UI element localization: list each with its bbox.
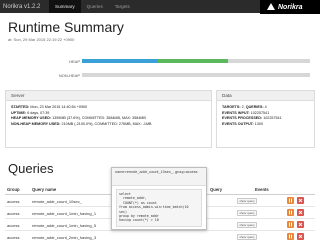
row-query-name: remote_addr_count_1min_having_5 [32, 223, 97, 228]
close-icon [298, 222, 303, 227]
norikra-logo: Norikra [260, 0, 320, 14]
close-icon [298, 210, 303, 215]
app-brand[interactable]: Norikra v1.2.2 [3, 4, 49, 10]
tooltip-query-code: select remote_addr, COUNT(*) as count fr… [116, 189, 202, 227]
suspend-query-button[interactable] [287, 233, 294, 240]
table-row: access remote_addr_count_2min_having_3 s… [5, 231, 315, 240]
row-group: access [7, 211, 20, 216]
close-icon [298, 198, 303, 203]
close-icon [298, 234, 303, 239]
show-query-button[interactable]: show query [237, 210, 257, 216]
row-query-name: remote_addr_count_1min_having_1 [32, 211, 97, 216]
train-logo-icon [267, 3, 275, 10]
column-query-name[interactable]: Query name [32, 187, 56, 192]
delete-query-button[interactable] [297, 209, 304, 216]
delete-query-button[interactable] [297, 221, 304, 228]
suspend-query-button[interactable] [287, 221, 294, 228]
suspend-query-button[interactable] [287, 197, 294, 204]
server-panel: Server STARTED: Mon, 23 Mar 2015 14:40:5… [5, 90, 212, 148]
show-query-button[interactable]: show query [237, 198, 257, 204]
delete-query-button[interactable] [297, 233, 304, 240]
page-title: Runtime Summary [8, 19, 124, 35]
tab-targets[interactable]: Targets [109, 0, 136, 13]
row-group: access [7, 199, 20, 204]
queries-heading: Queries [8, 161, 54, 176]
show-query-button[interactable]: show query [237, 234, 257, 240]
page-subtitle: at: Sun, 29 Mar 2015 22:19:22 +0900 [8, 37, 75, 42]
server-panel-title: Server [6, 91, 211, 101]
column-events[interactable]: Events [255, 187, 269, 192]
pause-icon [289, 210, 292, 215]
row-query-name: remote_addr_count_2min_having_3 [32, 235, 97, 240]
nonheap-label: NON-HEAP [58, 73, 80, 78]
server-nonheap-memory: NON-HEAP MEMORY USED: 210MB (-2100.0%), … [11, 121, 152, 126]
heap-bar-fill [82, 59, 228, 63]
row-query-name: remote_addr_count_10sec_ [32, 199, 82, 204]
nonheap-bar [82, 73, 310, 77]
tab-summary[interactable]: Summary [49, 0, 81, 13]
column-group[interactable]: Group [7, 187, 20, 192]
data-events-output: EVENTS OUTPUT: 1300 [222, 121, 264, 126]
heap-label: HEAP [69, 59, 80, 64]
tab-queries[interactable]: Queries [81, 0, 109, 13]
row-group: access [7, 223, 20, 228]
pause-icon [289, 234, 292, 239]
pause-icon [289, 222, 292, 227]
pause-icon [289, 198, 292, 203]
delete-query-button[interactable] [297, 197, 304, 204]
column-query[interactable]: Query [210, 187, 222, 192]
data-panel-title: Data [217, 91, 314, 101]
heap-bar [82, 59, 310, 63]
show-query-button[interactable]: show query [237, 222, 257, 228]
tooltip-header: name:remote_addr_count_10sec_, group:acc… [112, 168, 206, 186]
query-tooltip: name:remote_addr_count_10sec_, group:acc… [111, 167, 207, 230]
logo-text: Norikra [278, 3, 303, 11]
row-group: access [7, 235, 20, 240]
suspend-query-button[interactable] [287, 209, 294, 216]
data-panel: Data TARGETS: 2, QUERIES: 4 EVENTS INPUT… [216, 90, 315, 148]
